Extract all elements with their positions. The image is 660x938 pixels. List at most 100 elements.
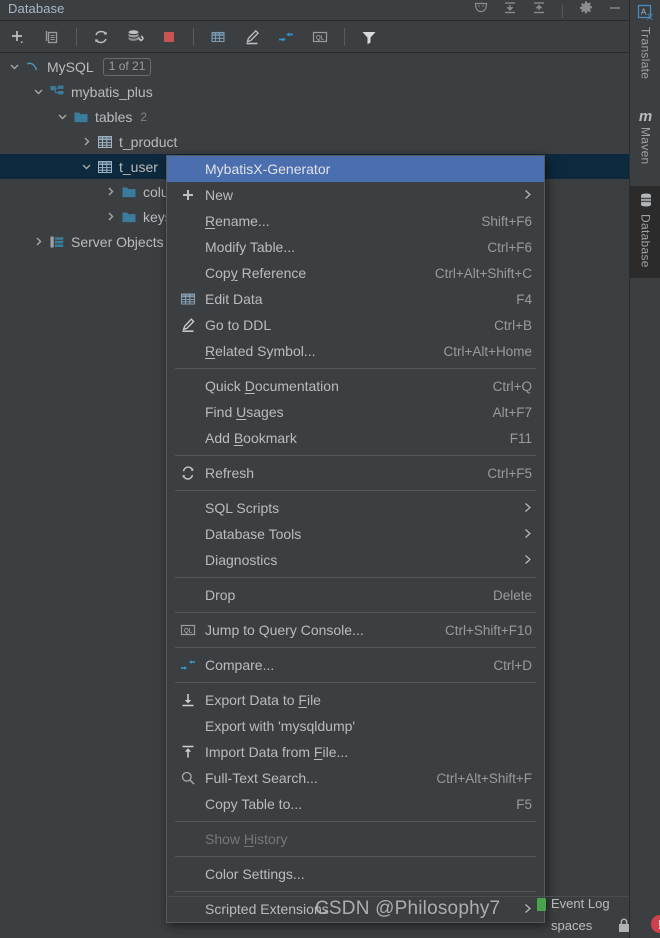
- menu-item-find-usages[interactable]: Find Usages Alt+F7: [167, 399, 544, 425]
- menu-item-quick-documentation[interactable]: Quick Documentation Ctrl+Q: [167, 373, 544, 399]
- menu-item-shortcut: Ctrl+D: [493, 657, 532, 673]
- menu-item-color-settings[interactable]: Color Settings...: [167, 861, 544, 887]
- refresh-icon[interactable]: [91, 27, 111, 47]
- edit-data-icon[interactable]: [208, 27, 228, 47]
- menu-item-diagnostics[interactable]: Diagnostics: [167, 547, 544, 573]
- server-objects-icon: [49, 234, 65, 250]
- menu-separator: [175, 856, 536, 857]
- menu-item-label: Export Data to File: [205, 692, 321, 708]
- menu-item-drop[interactable]: Drop Delete: [167, 582, 544, 608]
- tree-row-mybatis-plus[interactable]: mybatis_plus: [0, 79, 629, 104]
- stripe-label-translate: Translate: [638, 27, 653, 80]
- chevron-right-icon[interactable]: [80, 135, 93, 148]
- tree-row-t-product[interactable]: t_product: [0, 129, 629, 154]
- menu-item-label: Copy Table to...: [205, 796, 303, 812]
- right-tool-stripe: A文 Translate m Maven Database: [629, 0, 660, 938]
- table-icon: [97, 134, 113, 150]
- menu-item-sql-scripts[interactable]: SQL Scripts: [167, 495, 544, 521]
- menu-item-label: Refresh: [205, 465, 255, 481]
- menu-separator: [175, 368, 536, 369]
- toolbar-divider: [193, 28, 194, 46]
- tree-row-label: MySQL: [47, 58, 94, 75]
- menu-item-related-symbol[interactable]: Related Symbol... Ctrl+Alt+Home: [167, 338, 544, 364]
- menu-item-shortcut: F4: [516, 291, 532, 307]
- menu-item-jump-to-query-console[interactable]: QL Jump to Query Console... Ctrl+Shift+F10: [167, 617, 544, 643]
- tree-row-label: mybatis_plus: [71, 83, 153, 100]
- menu-item-label: Go to DDL: [205, 317, 272, 333]
- stripe-button-maven[interactable]: m Maven: [630, 105, 660, 165]
- chevron-right-icon: [507, 902, 532, 917]
- go-to-ddl-icon[interactable]: [242, 27, 262, 47]
- stripe-button-translate[interactable]: A文 Translate: [630, 0, 660, 79]
- status-badge: 1 of 21: [102, 57, 152, 76]
- chevron-right-icon[interactable]: [104, 185, 117, 198]
- stop-icon[interactable]: [159, 27, 179, 47]
- duplicate-icon[interactable]: [42, 27, 62, 47]
- menu-item-refresh[interactable]: Refresh Ctrl+F5: [167, 460, 544, 486]
- tree-row-label: t_product: [119, 133, 178, 150]
- menu-item-import-data-from-file[interactable]: Import Data from File...: [167, 739, 544, 765]
- menu-item-copy-table-to[interactable]: Copy Table to... F5: [167, 791, 544, 817]
- edit-data-icon: [177, 291, 199, 307]
- menu-item-shortcut: F11: [509, 430, 532, 446]
- chevron-down-icon[interactable]: [8, 60, 21, 73]
- menu-item-copy-reference[interactable]: Copy Reference Ctrl+Alt+Shift+C: [167, 260, 544, 286]
- stripe-label-database: Database: [638, 214, 653, 268]
- export-icon: [177, 692, 199, 708]
- refresh-icon: [177, 465, 199, 481]
- stripe-label-maven: Maven: [638, 127, 653, 165]
- gear-icon[interactable]: [578, 0, 594, 21]
- menu-separator: [175, 577, 536, 578]
- tree-row-count: 2: [140, 109, 148, 124]
- context-menu[interactable]: MybatisX-Generator New Rename... Shift+F6 Mo…: [166, 155, 545, 923]
- collapse-all-icon[interactable]: [502, 0, 518, 21]
- menu-item-database-tools[interactable]: Database Tools: [167, 521, 544, 547]
- expand-all-icon[interactable]: [531, 0, 547, 21]
- chevron-right-icon: [507, 527, 532, 542]
- tree-row-label: Server Objects: [71, 233, 164, 250]
- menu-item-compare[interactable]: Compare... Ctrl+D: [167, 652, 544, 678]
- menu-item-label: Copy Reference: [205, 265, 307, 281]
- chevron-down-icon[interactable]: [32, 85, 45, 98]
- menu-item-label: Rename...: [205, 213, 270, 229]
- menu-item-label: Export with 'mysqldump': [205, 718, 356, 734]
- menu-item-new[interactable]: New: [167, 182, 544, 208]
- tool-window-header-actions: [473, 0, 623, 21]
- filter-icon[interactable]: [359, 27, 379, 47]
- menu-item-add-bookmark[interactable]: Add Bookmark F11: [167, 425, 544, 451]
- menu-item-go-to-ddl[interactable]: Go to DDL Ctrl+B: [167, 312, 544, 338]
- menu-item-edit-data[interactable]: Edit Data F4: [167, 286, 544, 312]
- chevron-right-icon[interactable]: [104, 210, 117, 223]
- menu-item-modify-table[interactable]: Modify Table... Ctrl+F6: [167, 234, 544, 260]
- menu-item-shortcut: Shift+F6: [481, 213, 532, 229]
- tree-row-tables[interactable]: tables 2: [0, 104, 629, 129]
- folder-icon: [121, 209, 137, 225]
- menu-item-shortcut: Ctrl+Alt+Home: [443, 343, 532, 359]
- tree-row-mysql[interactable]: MySQL 1 of 21: [0, 54, 629, 79]
- menu-separator: [175, 455, 536, 456]
- chevron-down-icon[interactable]: [56, 110, 69, 123]
- menu-item-label: Database Tools: [205, 526, 302, 542]
- menu-item-export-with-mysqldump[interactable]: Export with 'mysqldump': [167, 713, 544, 739]
- query-console-icon[interactable]: QL: [310, 27, 330, 47]
- theater-masks-icon[interactable]: [473, 0, 489, 21]
- chevron-down-icon[interactable]: [80, 160, 93, 173]
- menu-item-full-text-search[interactable]: Full-Text Search... Ctrl+Alt+Shift+F: [167, 765, 544, 791]
- compare-icon[interactable]: [276, 27, 296, 47]
- chevron-right-icon: [507, 188, 532, 203]
- menu-item-shortcut: Ctrl+Alt+Shift+C: [434, 265, 532, 281]
- schema-icon: [49, 84, 65, 100]
- menu-item-rename[interactable]: Rename... Shift+F6: [167, 208, 544, 234]
- tool-window-header: Database: [0, 0, 629, 21]
- menu-item-export-data-to-file[interactable]: Export Data to File: [167, 687, 544, 713]
- minimize-icon[interactable]: [607, 0, 623, 21]
- chevron-right-icon[interactable]: [32, 235, 45, 248]
- menu-item-label: Add Bookmark: [205, 430, 297, 446]
- stripe-button-database[interactable]: Database: [630, 186, 660, 278]
- data-source-properties-icon[interactable]: [125, 27, 145, 47]
- menu-item-mybatisx-generator[interactable]: MybatisX-Generator: [167, 156, 544, 182]
- add-icon[interactable]: [8, 27, 28, 47]
- svg-text:QL: QL: [184, 629, 193, 635]
- query-console-icon: QL: [177, 622, 199, 638]
- menu-item-label: New: [205, 187, 234, 203]
